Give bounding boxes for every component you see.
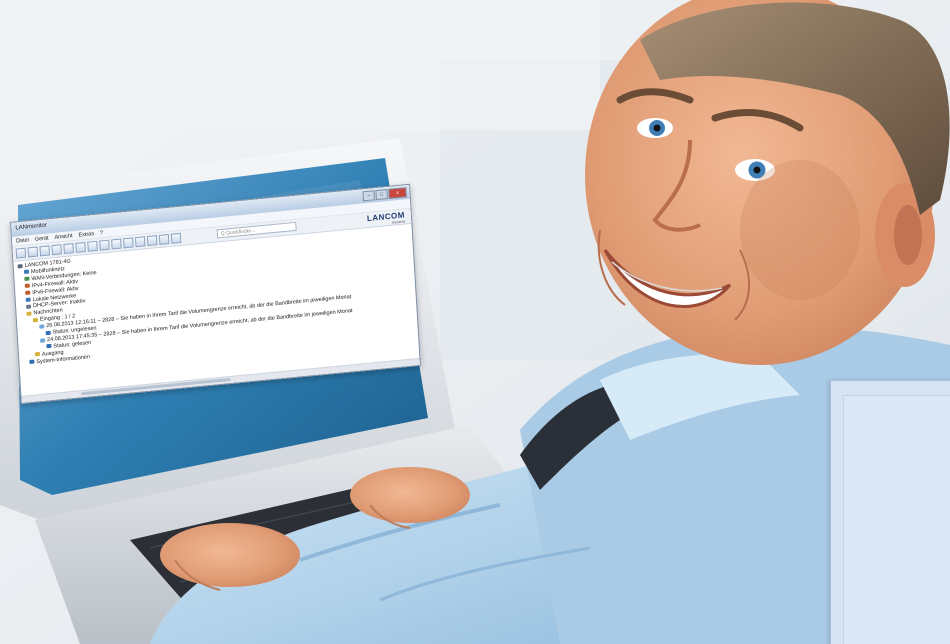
mail-icon xyxy=(26,311,32,316)
outbox-icon xyxy=(34,352,41,357)
refresh-icon[interactable] xyxy=(27,246,39,258)
back-icon[interactable] xyxy=(15,247,27,259)
log-icon[interactable] xyxy=(146,235,158,247)
settings-icon[interactable] xyxy=(99,239,110,251)
network-icon xyxy=(24,276,30,282)
menu-datei[interactable]: Datei xyxy=(16,237,29,244)
arrow-right-icon[interactable] xyxy=(63,243,74,255)
device-icon[interactable] xyxy=(87,240,98,252)
network-icon[interactable] xyxy=(135,236,146,248)
list-icon[interactable] xyxy=(123,237,134,249)
info-icon xyxy=(46,344,52,349)
lan-icon xyxy=(25,297,31,303)
menu-ansicht[interactable]: Ansicht xyxy=(54,233,72,241)
minimize-button[interactable]: – xyxy=(362,190,375,202)
window-title: LANmonitor xyxy=(15,222,48,232)
firewall-icon xyxy=(24,283,30,289)
info-icon xyxy=(29,359,35,365)
inbox-icon xyxy=(32,317,38,323)
lanmonitor-window: LANmonitor – □ x Datei Gerät Ansicht Ext… xyxy=(10,183,421,404)
device-icon xyxy=(17,263,23,269)
close-button[interactable]: x xyxy=(388,187,407,199)
message-icon xyxy=(39,337,46,343)
window-controls: – □ x xyxy=(362,187,407,202)
arrow-left-icon[interactable] xyxy=(51,244,62,256)
server-icon xyxy=(25,304,32,309)
maximize-button[interactable]: □ xyxy=(375,188,388,201)
message-icon xyxy=(39,324,45,329)
menu-help[interactable]: ? xyxy=(100,230,103,236)
side-panel xyxy=(830,380,950,644)
menu-geraet[interactable]: Gerät xyxy=(35,235,49,242)
menu-extras[interactable]: Extras xyxy=(78,231,94,238)
connect-icon[interactable] xyxy=(75,241,86,253)
side-panel-inner xyxy=(843,395,950,644)
info-icon xyxy=(45,330,51,335)
photo-scene: LANmonitor – □ x Datei Gerät Ansicht Ext… xyxy=(0,0,950,644)
lancom-logo: LANCOM Systems xyxy=(367,210,406,227)
help-icon[interactable] xyxy=(170,232,182,244)
delete-icon[interactable] xyxy=(39,245,51,257)
signal-icon xyxy=(23,269,30,275)
chart-icon[interactable] xyxy=(111,238,122,250)
grid-icon[interactable] xyxy=(158,233,170,245)
firewall-icon xyxy=(25,290,31,296)
